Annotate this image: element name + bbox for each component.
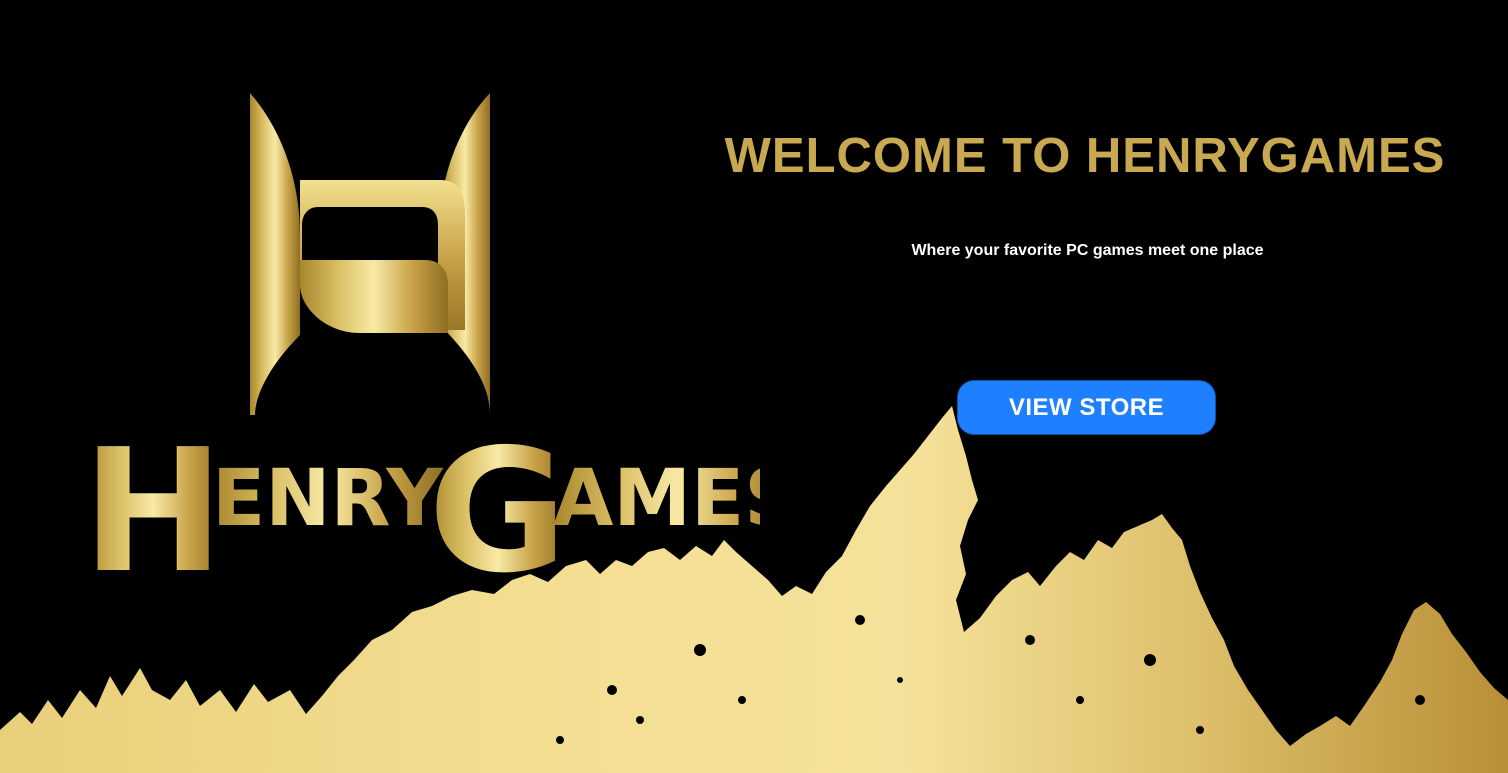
wordmark-icon: H ENRY G AMES [82,413,760,585]
svg-text:AMES: AMES [553,454,760,544]
henrygames-logo: H ENRY G AMES [82,93,760,585]
hero-subtitle: Where your favorite PC games meet one pl… [911,242,1264,259]
svg-text:G: G [428,413,568,585]
svg-text:H: H [82,413,224,585]
view-store-button[interactable]: VIEW STORE [958,381,1215,434]
monogram-icon [250,93,490,415]
svg-text:ENRY: ENRY [212,454,444,544]
hero-title: WELCOME TO HENRYGAMES [724,129,1446,183]
landing-page: H ENRY G AMES WELCOME TO HENRYGAMES Wher… [0,0,1508,773]
